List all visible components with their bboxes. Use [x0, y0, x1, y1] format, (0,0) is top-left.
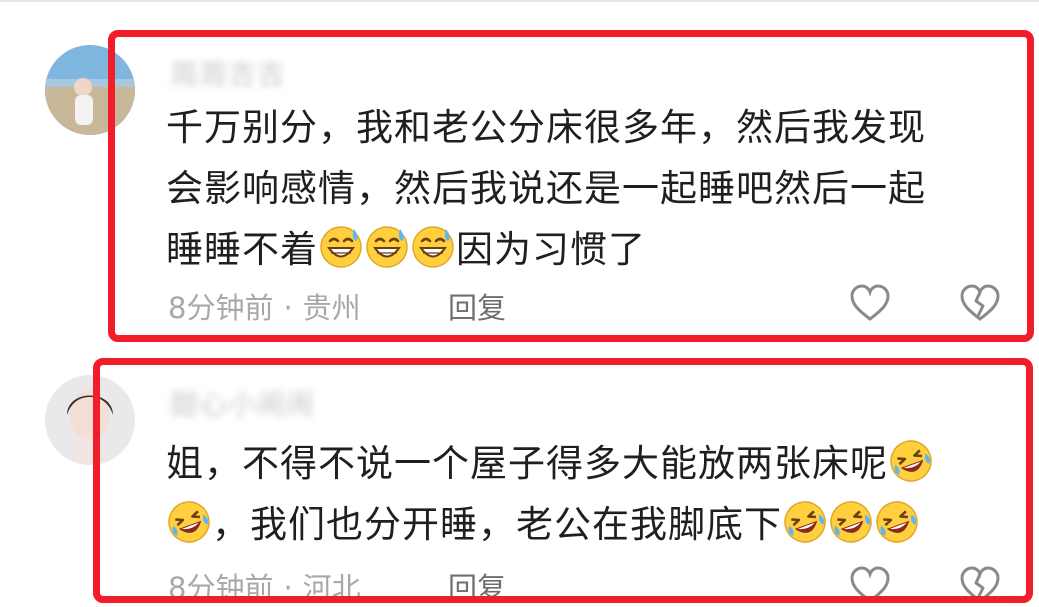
top-divider: [0, 0, 1039, 2]
highlight-box: [108, 30, 1034, 342]
highlight-box: [93, 358, 1033, 603]
